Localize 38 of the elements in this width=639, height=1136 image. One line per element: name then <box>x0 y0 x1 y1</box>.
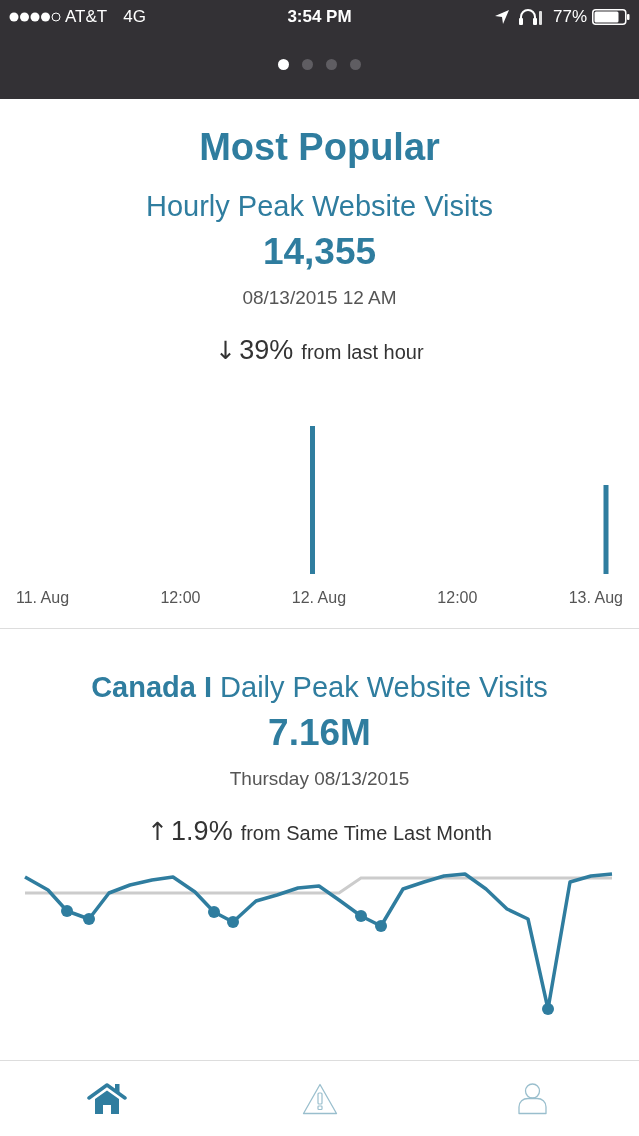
change-percent: 39% <box>239 334 294 366</box>
axis-label: 11. Aug <box>16 588 70 608</box>
axis-label: 12:00 <box>160 588 201 608</box>
data-point <box>227 916 239 928</box>
clock-time: 3:54 PM <box>287 7 352 27</box>
data-point <box>542 1003 554 1015</box>
data-point <box>355 910 367 922</box>
data-point <box>208 906 220 918</box>
carrier-label: AT&T <box>65 7 108 27</box>
data-point <box>61 905 73 917</box>
metric-value: 7.16M <box>268 713 371 753</box>
location-arrow-icon <box>494 10 509 24</box>
signal-strength-icon <box>9 12 61 22</box>
headphones-icon <box>517 8 542 26</box>
tab-button[interactable] <box>516 1080 549 1117</box>
home-icon <box>86 1082 127 1115</box>
section-title: Most Popular <box>199 125 440 170</box>
axis-label: 12:00 <box>437 588 478 608</box>
user-icon <box>518 1082 547 1115</box>
metric-title: Canada I Daily Peak Website Visits <box>91 670 548 704</box>
arrow-glyph: ↑ <box>147 816 169 848</box>
change-caption: from Same Time Last Month <box>240 821 492 846</box>
metric-title: Hourly Peak Website Visits <box>145 189 494 223</box>
axis-label: 12. Aug <box>291 588 347 608</box>
axis-label: 13. Aug <box>568 588 623 608</box>
change-percent: 1.9% <box>171 815 233 847</box>
tab-button[interactable] <box>84 1080 129 1117</box>
network-label: 4G <box>123 7 146 27</box>
metric-date: Thursday 08/13/2015 <box>229 767 410 791</box>
data-point <box>375 920 387 932</box>
battery-icon <box>592 9 630 25</box>
warning-icon <box>301 1082 338 1115</box>
metric-date: 08/13/2015 12 AM <box>242 286 397 310</box>
metric-value: 14,355 <box>262 232 377 272</box>
data-point <box>83 913 95 925</box>
arrow-glyph: ↓ <box>215 335 237 367</box>
change-caption: from last hour <box>301 340 424 365</box>
battery-percent: 77% <box>552 7 587 27</box>
